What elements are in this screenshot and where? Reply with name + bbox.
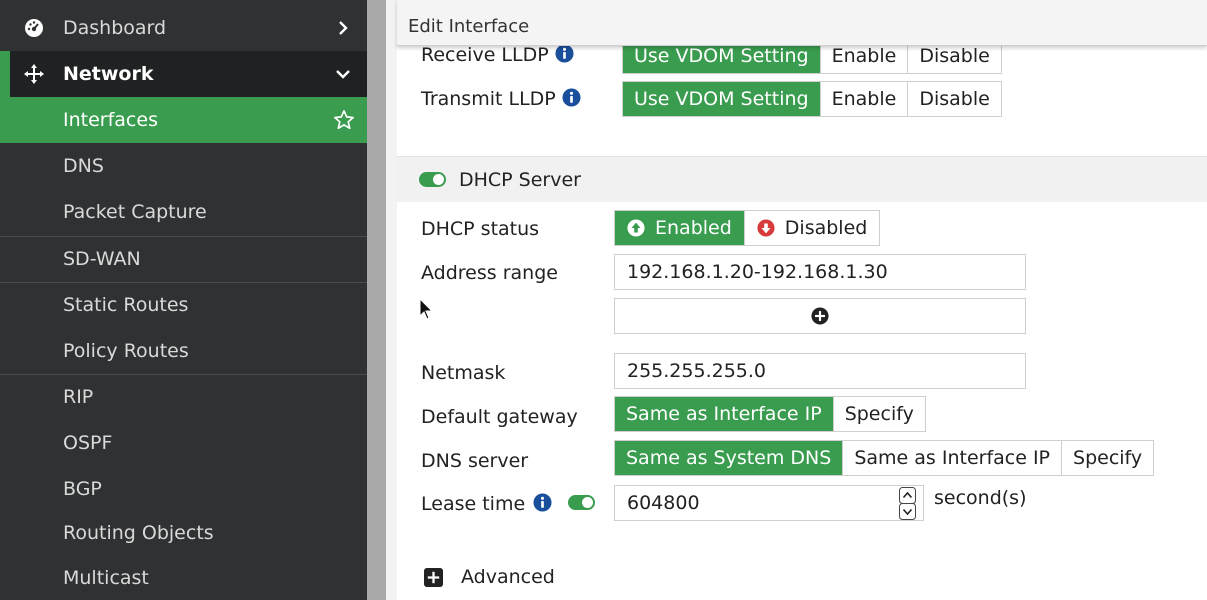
dhcp-server-label: DHCP Server bbox=[459, 169, 581, 191]
dns-server-selector: Same as System DNS Same as Interface IP … bbox=[614, 440, 1155, 476]
spinner-down-icon[interactable] bbox=[899, 503, 916, 520]
dashboard-icon bbox=[24, 18, 44, 38]
lease-time-toggle[interactable] bbox=[568, 495, 596, 510]
arrow-down-circle-icon bbox=[757, 219, 775, 237]
dhcp-status-selector: Enabled Disabled bbox=[614, 210, 881, 246]
dhcp-server-toggle[interactable] bbox=[419, 172, 446, 187]
gateway-same-as-interface-button[interactable]: Same as Interface IP bbox=[615, 397, 834, 431]
dns-same-as-interface-button[interactable]: Same as Interface IP bbox=[843, 441, 1063, 475]
sidebar-item-label: Network bbox=[63, 63, 154, 85]
receive-lldp-text: Receive LLDP bbox=[421, 44, 549, 66]
lease-time-input[interactable]: 604800 bbox=[614, 485, 924, 521]
info-icon[interactable] bbox=[562, 88, 581, 107]
sidebar-item-label: SD-WAN bbox=[63, 248, 141, 270]
sidebar-item-label: Multicast bbox=[63, 567, 149, 589]
dhcp-disabled-label: Disabled bbox=[784, 217, 868, 239]
sidebar-item-multicast[interactable]: Multicast bbox=[0, 555, 367, 600]
star-icon[interactable] bbox=[333, 109, 355, 131]
sidebar-item-ospf[interactable]: OSPF bbox=[0, 420, 367, 466]
info-icon[interactable] bbox=[533, 493, 552, 512]
dhcp-status-label: DHCP status bbox=[421, 218, 540, 240]
page-title: Edit Interface bbox=[408, 16, 530, 37]
sidebar-item-packet-capture[interactable]: Packet Capture bbox=[0, 189, 367, 235]
spinner-up-icon[interactable] bbox=[899, 487, 916, 504]
sidebar-item-policy-routes[interactable]: Policy Routes bbox=[0, 328, 367, 374]
address-range-input[interactable]: 192.168.1.20-192.168.1.30 bbox=[614, 254, 1026, 290]
gateway-specify-button[interactable]: Specify bbox=[834, 397, 925, 431]
sidebar-item-label: Routing Objects bbox=[63, 522, 214, 544]
transmit-lldp-text: Transmit LLDP bbox=[421, 88, 556, 110]
dhcp-server-section-header: DHCP Server bbox=[397, 156, 1207, 202]
netmask-label: Netmask bbox=[421, 362, 506, 384]
transmit-lldp-enable-button[interactable]: Enable bbox=[821, 82, 909, 116]
lease-time-stepper bbox=[898, 485, 917, 521]
dns-same-as-system-button[interactable]: Same as System DNS bbox=[615, 441, 844, 475]
sidebar-item-dashboard[interactable]: Dashboard bbox=[0, 5, 367, 51]
dns-specify-button[interactable]: Specify bbox=[1062, 441, 1153, 475]
sidebar-item-sd-wan[interactable]: SD-WAN bbox=[0, 236, 367, 282]
mouse-cursor-icon bbox=[419, 298, 434, 320]
lease-time-unit: second(s) bbox=[934, 487, 1027, 509]
add-range-button[interactable] bbox=[614, 298, 1026, 334]
default-gateway-selector: Same as Interface IP Specify bbox=[614, 396, 926, 432]
sidebar-item-label: RIP bbox=[63, 386, 94, 408]
sidebar-item-label: Dashboard bbox=[63, 17, 167, 39]
sidebar-item-dns[interactable]: DNS bbox=[0, 143, 367, 189]
lease-time-text: Lease time bbox=[421, 493, 526, 515]
sidebar-item-rip[interactable]: RIP bbox=[0, 374, 367, 420]
transmit-lldp-use-vdom-button[interactable]: Use VDOM Setting bbox=[623, 82, 821, 116]
sidebar-item-interfaces[interactable]: Interfaces bbox=[0, 97, 367, 143]
default-gateway-label: Default gateway bbox=[421, 406, 578, 428]
advanced-label: Advanced bbox=[461, 566, 555, 588]
sidebar-item-label: Packet Capture bbox=[63, 201, 207, 223]
sidebar-item-label: OSPF bbox=[63, 432, 113, 454]
chevron-right-icon bbox=[339, 21, 348, 35]
chevron-down-icon bbox=[336, 70, 350, 79]
dhcp-enabled-button[interactable]: Enabled bbox=[615, 211, 745, 245]
arrow-up-circle-icon bbox=[627, 219, 645, 237]
dialog-header: Edit Interface bbox=[397, 0, 1207, 46]
plus-circle-icon bbox=[811, 307, 829, 325]
sidebar-item-label: Static Routes bbox=[63, 294, 189, 316]
dhcp-disabled-button[interactable]: Disabled bbox=[745, 211, 880, 245]
transmit-lldp-selector: Use VDOM Setting Enable Disable bbox=[622, 81, 1002, 117]
dhcp-enabled-label: Enabled bbox=[655, 217, 732, 239]
sidebar-item-routing-objects[interactable]: Routing Objects bbox=[0, 510, 367, 556]
receive-lldp-label: Receive LLDP bbox=[421, 44, 574, 66]
transmit-lldp-label: Transmit LLDP bbox=[421, 88, 581, 110]
transmit-lldp-disable-button[interactable]: Disable bbox=[908, 82, 1000, 116]
dns-server-label: DNS server bbox=[421, 450, 529, 472]
active-section-indicator bbox=[0, 51, 10, 97]
network-icon bbox=[24, 64, 44, 84]
plus-square-icon bbox=[424, 567, 443, 587]
sidebar-item-label: Policy Routes bbox=[63, 340, 189, 362]
lease-time-label: Lease time bbox=[421, 493, 596, 515]
lease-time-value: 604800 bbox=[627, 492, 700, 514]
sidebar-item-network[interactable]: Network bbox=[0, 51, 367, 97]
sidebar-item-label: DNS bbox=[63, 155, 104, 177]
netmask-input[interactable]: 255.255.255.0 bbox=[614, 353, 1026, 389]
sidebar-item-label: BGP bbox=[63, 478, 102, 500]
sidebar-item-label: Interfaces bbox=[63, 109, 158, 131]
advanced-toggle[interactable]: Advanced bbox=[424, 566, 555, 588]
sidebar-item-static-routes[interactable]: Static Routes bbox=[0, 282, 367, 328]
scrollbar-thumb[interactable] bbox=[367, 0, 386, 600]
address-range-label: Address range bbox=[421, 262, 558, 284]
sidebar: Dashboard Network Interfaces DNS Packet … bbox=[0, 0, 367, 600]
info-icon[interactable] bbox=[555, 44, 574, 63]
sidebar-item-bgp[interactable]: BGP bbox=[0, 466, 367, 512]
